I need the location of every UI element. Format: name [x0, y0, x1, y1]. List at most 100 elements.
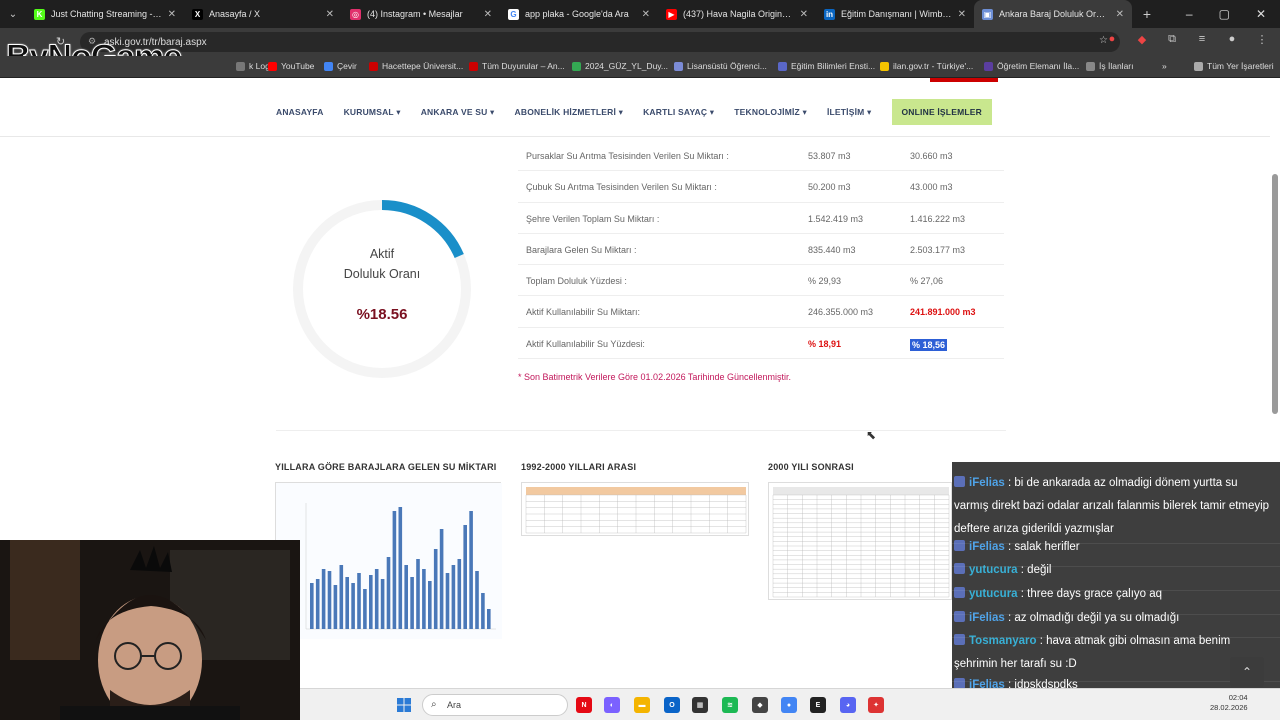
- copilot-icon[interactable]: ◐: [604, 697, 620, 713]
- bookmark-item[interactable]: Hacettepe Üniversit...: [369, 61, 463, 71]
- spotify-icon[interactable]: ≋: [722, 697, 738, 713]
- bookmark-item[interactable]: ilan.gov.tr - Türkiye'...: [880, 61, 973, 71]
- table-row: Aktif Kullanılabilir Su Miktarı: 246.355.…: [518, 296, 1004, 328]
- search-placeholder: Ara: [447, 700, 462, 710]
- adblock-icon[interactable]: ●: [1104, 33, 1120, 46]
- tab-title: (4) Instagram • Mesajlar: [367, 9, 463, 19]
- extension-icon[interactable]: ◆: [1134, 33, 1150, 46]
- game-icon[interactable]: ✦: [868, 697, 884, 713]
- bookmark-label: Çevir: [337, 61, 357, 71]
- tab-close-icon[interactable]: ✕: [958, 9, 966, 20]
- chat-divider: [952, 590, 1280, 591]
- netflix-icon[interactable]: N: [576, 697, 592, 713]
- outlook-icon[interactable]: O: [664, 697, 680, 713]
- nav-item[interactable]: TEKNOLOJİMİZ ▾: [734, 107, 807, 118]
- table-2000-after-image[interactable]: [768, 482, 952, 600]
- bookmark-item[interactable]: Lisansüstü Öğrenci...: [674, 61, 767, 71]
- tab-favicon-icon: X: [192, 8, 203, 20]
- browser-tab[interactable]: K Just Chatting Streaming - Live S ✕: [26, 0, 184, 28]
- unity-icon[interactable]: ◆: [752, 697, 768, 713]
- bookmark-favicon-icon: [880, 61, 889, 71]
- bookmarks-overflow-icon[interactable]: »: [1162, 61, 1167, 71]
- tab-favicon-icon: ◎: [350, 8, 361, 20]
- tab-favicon-icon: K: [34, 8, 45, 20]
- scroll-top-button[interactable]: ⌃: [1230, 657, 1264, 687]
- taskbar-search[interactable]: ⌕ Ara: [422, 694, 568, 716]
- chat-message: yutucura : değil: [954, 559, 1274, 582]
- nav-item[interactable]: İLETİŞİM ▾: [827, 107, 872, 118]
- tab-favicon-icon: G: [508, 8, 519, 20]
- profile-avatar-icon[interactable]: ●: [1224, 33, 1240, 46]
- nav-item-online[interactable]: ONLINE İŞLEMLER: [891, 99, 992, 125]
- gauge-value: %18.56: [356, 306, 408, 323]
- row-value-current: % 18,56: [910, 338, 948, 351]
- epic-games-icon[interactable]: E: [810, 697, 826, 713]
- nav-item[interactable]: ABONELİK HİZMETLERİ ▾: [515, 107, 624, 118]
- table-row: Aktif Kullanılabilir Su Yüzdesi: % 18,91%…: [518, 328, 1004, 360]
- tab-title: Just Chatting Streaming - Live S: [51, 9, 162, 19]
- more-menu-icon[interactable]: ⋮: [1254, 33, 1270, 46]
- browser-tab[interactable]: ◎ (4) Instagram • Mesajlar ✕: [342, 0, 500, 28]
- browser-tab[interactable]: in Eğitim Danışmanı | Wimbledon ✕: [816, 0, 974, 28]
- bookmark-label: YouTube: [281, 61, 315, 71]
- row-value-previous: 53.807 m3: [808, 151, 851, 161]
- bookmark-item[interactable]: Öğretim Elemanı İla...: [984, 61, 1079, 71]
- table-1992-2000-image[interactable]: [521, 482, 749, 536]
- bookmark-item[interactable]: Eğitim Bilimleri Ensti...: [778, 61, 875, 71]
- bookmark-favicon-icon: [268, 61, 277, 71]
- maximize-icon[interactable]: ▢: [1219, 7, 1230, 21]
- page-scrollbar[interactable]: [1272, 174, 1278, 414]
- close-window-icon[interactable]: ✕: [1256, 7, 1266, 21]
- nav-item[interactable]: KARTLI SAYAÇ ▾: [643, 107, 714, 118]
- windows-start-icon[interactable]: [397, 698, 411, 712]
- row-value-current: 1.416.222 m3: [910, 213, 966, 224]
- tab-close-icon[interactable]: ✕: [642, 9, 650, 20]
- tab-close-icon[interactable]: ✕: [484, 9, 492, 20]
- extensions-puzzle-icon[interactable]: ⧉: [1164, 33, 1180, 46]
- chat-badge-icon: [954, 563, 965, 574]
- tab-close-icon[interactable]: ✕: [1116, 9, 1124, 20]
- nav-item[interactable]: ANKARA VE SU ▾: [421, 107, 495, 118]
- main-nav: ANASAYFA KURUMSAL ▾ ANKARA VE SU ▾ ABONELİK…: [276, 98, 992, 126]
- minimize-icon[interactable]: –: [1186, 7, 1193, 21]
- system-clock[interactable]: 02:04 28.02.2026: [1210, 693, 1248, 713]
- tab-close-icon[interactable]: ✕: [168, 9, 176, 20]
- bookmark-item[interactable]: 2024_GÜZ_YL_Duy...: [572, 61, 668, 71]
- section-title-1992: 1992-2000 YILLARI ARASI: [521, 462, 637, 472]
- nav-item[interactable]: ANASAYFA: [276, 107, 324, 117]
- bookmark-item[interactable]: Tüm Yer İşaretleri: [1194, 61, 1274, 71]
- new-tab-button[interactable]: +: [1132, 6, 1162, 22]
- store-icon[interactable]: ▦: [692, 697, 708, 713]
- bookmark-item[interactable]: Tüm Duyurular – An...: [469, 61, 565, 71]
- bookmark-item[interactable]: İş İlanları: [1086, 61, 1134, 71]
- tab-close-icon[interactable]: ✕: [326, 9, 334, 20]
- browser-tab[interactable]: Gapp plaka - Google'da Ara ✕: [500, 0, 658, 28]
- chat-badge-icon: [954, 587, 965, 598]
- url-field[interactable]: ⚙ aski.gov.tr/tr/baraj.aspx ☆: [80, 32, 1120, 52]
- menu-list-icon[interactable]: ≡: [1194, 33, 1210, 46]
- bookmark-item[interactable]: Çevir: [324, 61, 357, 71]
- bookmark-label: Hacettepe Üniversit...: [382, 61, 464, 71]
- chat-badge-icon: [954, 476, 965, 487]
- bookmark-favicon-icon: [1086, 61, 1095, 71]
- browser-tab[interactable]: ▶ (437) Hava Nagila Original - Yo ✕: [658, 0, 816, 28]
- browser-tab[interactable]: ▣ Ankara Baraj Doluluk Oranları ✕: [974, 0, 1132, 28]
- tab-search-button[interactable]: ⌄: [0, 0, 26, 28]
- bookmark-favicon-icon: [469, 61, 478, 71]
- chrome-icon[interactable]: ●: [781, 697, 797, 713]
- tab-close-icon[interactable]: ✕: [800, 9, 808, 20]
- file-explorer-icon[interactable]: ▬: [634, 697, 650, 713]
- discord-icon[interactable]: ◕: [840, 697, 856, 713]
- row-value-current: 2.503.177 m3: [910, 244, 966, 255]
- bookmark-label: 2024_GÜZ_YL_Duy...: [585, 61, 668, 71]
- row-value-previous: 835.440 m3: [808, 244, 856, 255]
- bookmark-item[interactable]: YouTube: [268, 61, 314, 71]
- yearly-water-chart-image[interactable]: [275, 482, 502, 639]
- nav-item[interactable]: KURUMSAL ▾: [344, 107, 401, 118]
- bookmark-favicon-icon: [236, 61, 245, 71]
- browser-tab[interactable]: X Anasayfa / X ✕: [184, 0, 342, 28]
- row-label: Çubuk Su Arıtma Tesisinden Verilen Su Mi…: [526, 182, 717, 193]
- streamer-webcam: [0, 540, 300, 720]
- bookmarks-bar: k Logo YouTube Çevir Hacettepe Üniversit...…: [0, 56, 1280, 78]
- chat-badge-icon: [954, 634, 965, 645]
